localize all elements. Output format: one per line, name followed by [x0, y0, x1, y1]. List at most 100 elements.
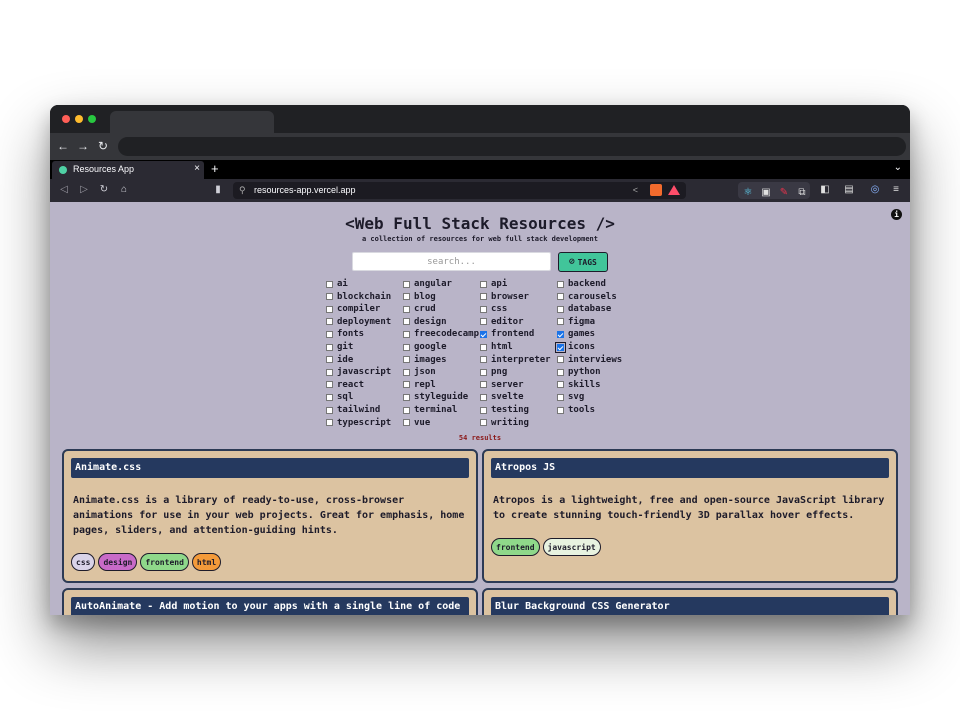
tag-checkbox-json[interactable]: json [403, 366, 436, 378]
tag-checkbox-vue[interactable]: vue [403, 417, 430, 429]
tag-checkbox-tailwind[interactable]: tailwind [326, 404, 380, 416]
tag-checkbox-crud[interactable]: crud [403, 303, 436, 315]
checkbox[interactable] [403, 406, 410, 414]
checkbox[interactable] [557, 356, 564, 364]
tag-checkbox-terminal[interactable]: terminal [403, 404, 457, 416]
tag-checkbox-svg[interactable]: svg [557, 391, 584, 403]
reload-icon[interactable]: ↻ [98, 184, 110, 196]
tag-checkbox-writing[interactable]: writing [480, 417, 529, 429]
tag-checkbox-styleguide[interactable]: styleguide [403, 391, 468, 403]
checkbox[interactable] [480, 343, 487, 351]
card-title[interactable]: AutoAnimate - Add motion to your apps wi… [71, 597, 469, 615]
checkbox[interactable] [480, 368, 487, 376]
checkbox[interactable] [403, 393, 410, 401]
tag-checkbox-figma[interactable]: figma [557, 316, 595, 328]
tag-checkbox-react[interactable]: react [326, 379, 364, 391]
checkbox[interactable] [557, 368, 564, 376]
tab-resources-app[interactable]: Resources App × [52, 161, 204, 179]
brave-rewards-icon[interactable] [668, 185, 680, 195]
back-icon[interactable]: ◁ [58, 184, 70, 196]
extension-pen-icon[interactable]: ✎ [778, 187, 790, 199]
tag-checkbox-skills[interactable]: skills [557, 379, 601, 391]
tag-checkbox-blockchain[interactable]: blockchain [326, 291, 391, 303]
checkbox[interactable] [557, 318, 564, 326]
checkbox[interactable] [403, 381, 410, 389]
maximize-window-button[interactable] [88, 115, 96, 123]
extensions-puzzle-icon[interactable]: ⧉ [796, 187, 808, 199]
checkbox[interactable] [480, 406, 487, 414]
card-title[interactable]: Blur Background CSS Generator [491, 597, 889, 615]
sidebar-icon[interactable]: ◧ [819, 184, 831, 196]
resource-card[interactable]: Blur Background CSS Generator [482, 588, 898, 615]
tag-checkbox-google[interactable]: google [403, 341, 447, 353]
outer-tab[interactable] [110, 111, 274, 133]
tag-checkbox-typescript[interactable]: typescript [326, 417, 391, 429]
checkbox[interactable] [326, 330, 333, 338]
tag-checkbox-sql[interactable]: sql [326, 391, 353, 403]
tag-checkbox-png[interactable]: png [480, 366, 507, 378]
address-bar[interactable]: ⚲ resources-app.vercel.app < [233, 182, 686, 199]
close-window-button[interactable] [62, 115, 70, 123]
leo-ai-icon[interactable]: ◎ [869, 184, 881, 196]
tag-checkbox-carousels[interactable]: carousels [557, 291, 617, 303]
tag-checkbox-angular[interactable]: angular [403, 278, 452, 290]
checkbox[interactable] [480, 381, 487, 389]
tag-checkbox-tools[interactable]: tools [557, 404, 595, 416]
checkbox[interactable] [480, 293, 487, 301]
tag-chip[interactable]: frontend [491, 538, 540, 556]
extension-window-icon[interactable]: ▣ [760, 187, 772, 199]
tag-checkbox-database[interactable]: database [557, 303, 611, 315]
checkbox[interactable] [403, 419, 410, 427]
checkbox[interactable] [326, 393, 333, 401]
checkbox[interactable] [326, 343, 333, 351]
tag-checkbox-games[interactable]: games [557, 328, 595, 340]
bookmark-icon[interactable]: ▮ [212, 184, 224, 196]
back-arrow-icon[interactable]: ← [56, 139, 70, 153]
wallet-icon[interactable]: ▤ [843, 184, 855, 196]
tag-checkbox-javascript[interactable]: javascript [326, 366, 391, 378]
checkbox[interactable] [403, 356, 410, 364]
tag-checkbox-backend[interactable]: backend [557, 278, 606, 290]
forward-arrow-icon[interactable]: → [76, 139, 90, 153]
checkbox[interactable] [326, 419, 333, 427]
checkbox[interactable] [480, 280, 487, 288]
tag-checkbox-repl[interactable]: repl [403, 379, 436, 391]
share-icon[interactable]: < [633, 185, 638, 195]
resource-card[interactable]: Animate.css Animate.css is a library of … [62, 449, 478, 583]
checkbox[interactable] [403, 280, 410, 288]
tag-checkbox-ai[interactable]: ai [326, 278, 348, 290]
site-settings-icon[interactable]: ⚲ [239, 185, 246, 196]
checkbox[interactable] [403, 318, 410, 326]
checkbox[interactable] [480, 393, 487, 401]
checkbox[interactable] [480, 419, 487, 427]
checkbox[interactable] [326, 318, 333, 326]
checkbox[interactable] [326, 368, 333, 376]
checkbox[interactable] [403, 330, 410, 338]
checkbox[interactable] [326, 356, 333, 364]
tag-checkbox-frontend[interactable]: frontend [480, 328, 534, 340]
tag-chip[interactable]: html [191, 553, 222, 571]
checkbox[interactable] [326, 280, 333, 288]
checkbox[interactable] [403, 293, 410, 301]
tag-checkbox-images[interactable]: images [403, 354, 447, 366]
tag-chip[interactable]: javascript [542, 538, 601, 556]
tag-checkbox-editor[interactable]: editor [480, 316, 524, 328]
checkbox[interactable] [557, 305, 564, 313]
resource-card[interactable]: AutoAnimate - Add motion to your apps wi… [62, 588, 478, 615]
checkbox[interactable] [555, 341, 566, 353]
home-icon[interactable]: ⌂ [118, 184, 130, 196]
tag-checkbox-testing[interactable]: testing [480, 404, 529, 416]
outer-address-bar[interactable] [118, 137, 906, 156]
tag-checkbox-css[interactable]: css [480, 303, 507, 315]
react-devtools-icon[interactable]: ⚛ [742, 187, 754, 199]
tag-checkbox-server[interactable]: server [480, 379, 524, 391]
tag-checkbox-git[interactable]: git [326, 341, 353, 353]
tag-checkbox-svelte[interactable]: svelte [480, 391, 524, 403]
tag-chip[interactable]: css [71, 553, 96, 571]
tag-checkbox-freecodecamp[interactable]: freecodecamp [403, 328, 479, 340]
tag-chip[interactable]: design [98, 553, 138, 571]
new-tab-icon[interactable]: + [211, 161, 219, 176]
checkbox[interactable] [326, 305, 333, 313]
tag-checkbox-python[interactable]: python [557, 366, 601, 378]
menu-icon[interactable]: ≡ [890, 184, 902, 196]
